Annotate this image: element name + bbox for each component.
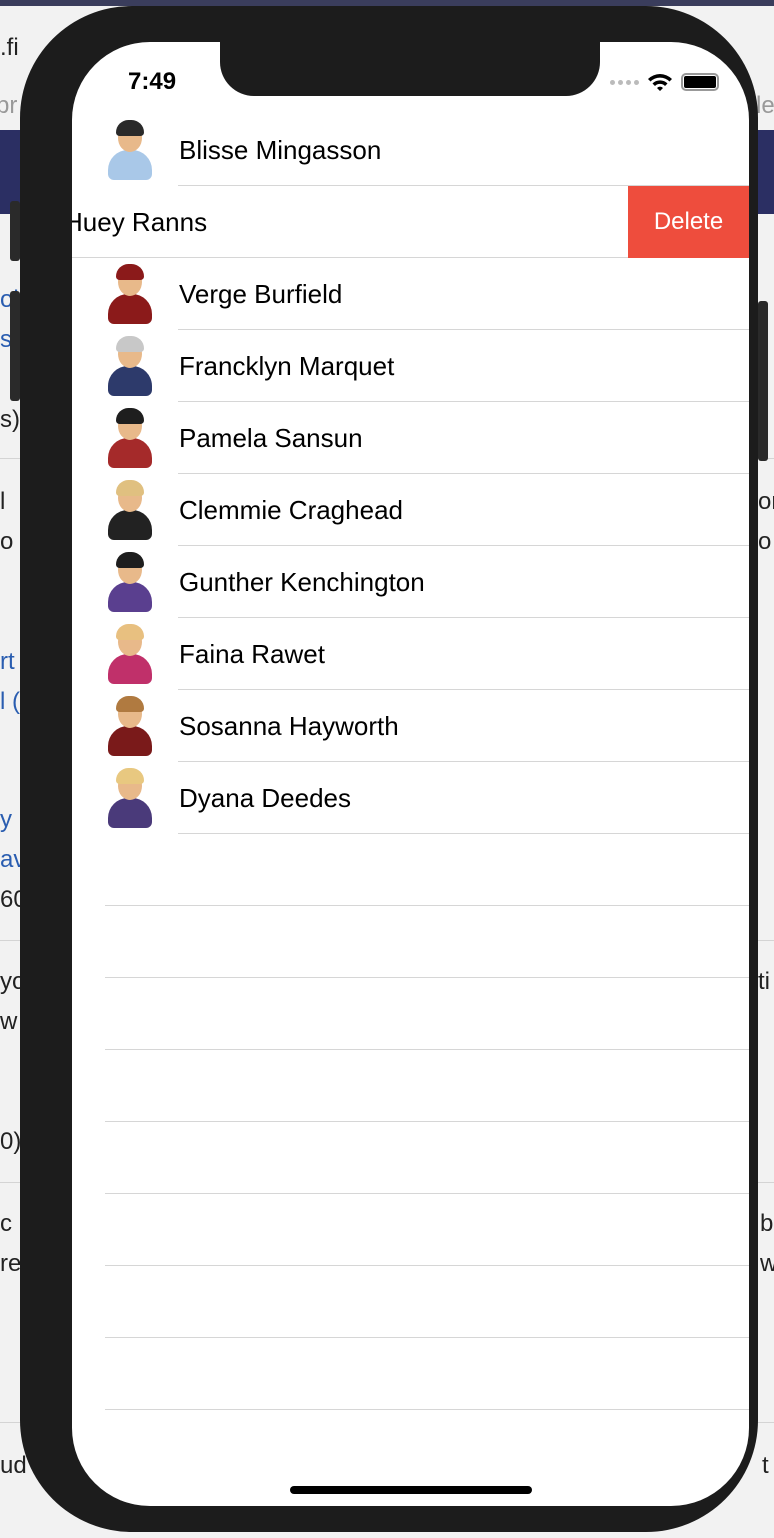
person-avatar-icon	[104, 552, 156, 612]
contact-name: Gunther Kenchington	[179, 567, 425, 597]
contact-name: Dyana Deedes	[179, 783, 351, 813]
bg-text: pr	[0, 92, 18, 119]
contact-row[interactable]: Verge Burfield	[72, 258, 749, 330]
home-indicator[interactable]	[290, 1486, 532, 1494]
side-button	[758, 301, 768, 461]
bg-text: ud	[0, 1452, 27, 1479]
bg-link[interactable]: rt	[0, 648, 15, 676]
contact-row[interactable]: Blisse Mingasson	[72, 114, 749, 186]
empty-row-separator	[105, 1193, 749, 1194]
contact-name: Sosanna Hayworth	[179, 711, 399, 741]
contact-row[interactable]: Francklyn Marquet	[72, 330, 749, 402]
bg-text: w	[760, 1250, 774, 1277]
battery-icon	[681, 73, 719, 91]
row-separator	[178, 833, 749, 834]
bg-link[interactable]: l (	[0, 688, 20, 716]
person-avatar-icon	[104, 264, 156, 324]
person-avatar-icon	[104, 120, 156, 180]
contact-name: Pamela Sansun	[179, 423, 363, 453]
person-avatar-icon	[104, 624, 156, 684]
contact-row[interactable]: Huey Ranns Delete	[72, 186, 749, 258]
bg-text: t	[762, 1452, 769, 1479]
wifi-icon	[648, 74, 672, 91]
empty-row-separator	[105, 1265, 749, 1266]
bg-text: b	[760, 1210, 774, 1237]
person-avatar-icon	[104, 696, 156, 756]
person-avatar-icon	[104, 768, 156, 828]
bg-text: w	[0, 1008, 18, 1035]
volume-button	[10, 291, 20, 401]
empty-row-separator	[105, 1049, 749, 1050]
contact-row[interactable]: Dyana Deedes	[72, 762, 749, 834]
contact-name: Huey Ranns	[72, 207, 208, 237]
empty-row-separator	[105, 1409, 749, 1410]
mute-switch	[10, 201, 20, 261]
bg-text: s)	[0, 406, 20, 433]
person-avatar-icon	[104, 480, 156, 540]
bg-text: o	[758, 528, 772, 555]
notch	[220, 42, 600, 96]
bg-text: ti	[758, 968, 770, 995]
contact-name: Blisse Mingasson	[179, 135, 382, 165]
contact-row[interactable]: Pamela Sansun	[72, 402, 749, 474]
person-avatar-icon	[104, 408, 156, 468]
contact-name: Verge Burfield	[179, 279, 343, 309]
iphone-frame: 7:49 Blisse Mingasson Huey Ranns Delete Ver…	[10, 6, 768, 1532]
contact-row[interactable]: Faina Rawet	[72, 618, 749, 690]
empty-row-separator	[105, 977, 749, 978]
empty-row-separator	[105, 1337, 749, 1338]
bg-text: 0)	[0, 1128, 22, 1155]
contact-name: Clemmie Craghead	[179, 495, 403, 525]
contact-row[interactable]: Gunther Kenchington	[72, 546, 749, 618]
phone-screen: 7:49 Blisse Mingasson Huey Ranns Delete Ver…	[72, 42, 749, 1506]
empty-row-separator	[105, 1121, 749, 1122]
bg-text: on	[758, 488, 774, 515]
contact-row[interactable]: Sosanna Hayworth	[72, 690, 749, 762]
contact-name: Francklyn Marquet	[179, 351, 395, 381]
person-avatar-icon	[104, 336, 156, 396]
bg-text: l	[0, 488, 6, 515]
bg-text: c	[0, 1210, 12, 1237]
status-icons	[610, 72, 719, 92]
bg-text: .fi	[0, 34, 19, 61]
contact-name: Faina Rawet	[179, 639, 325, 669]
contact-row[interactable]: Clemmie Craghead	[72, 474, 749, 546]
status-time: 7:49	[128, 68, 177, 95]
empty-row-separator	[105, 905, 749, 906]
bg-text: re	[0, 1250, 22, 1277]
delete-button[interactable]: Delete	[628, 186, 749, 258]
signal-icon	[610, 79, 639, 85]
bg-text: le	[756, 92, 774, 119]
